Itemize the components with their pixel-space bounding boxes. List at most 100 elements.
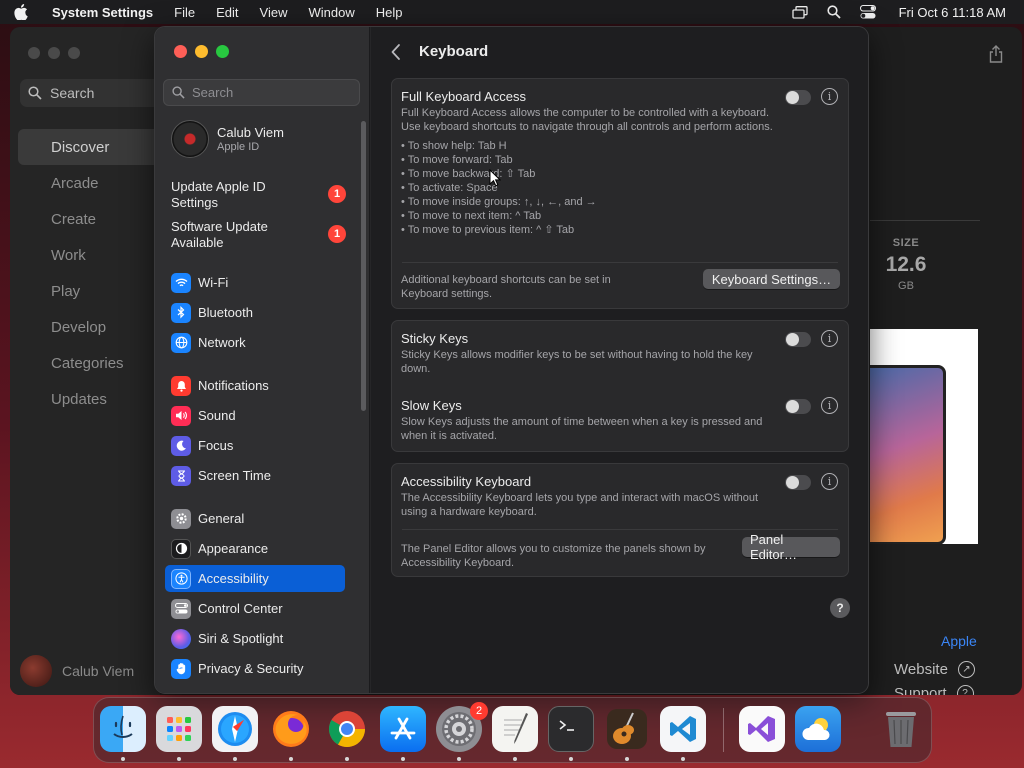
sidebar-item-label: Accessibility <box>198 571 269 586</box>
textedit-icon[interactable] <box>492 706 538 752</box>
weather-icon[interactable] <box>795 706 841 752</box>
full-keyboard-access-toggle[interactable] <box>785 90 811 105</box>
sidebar-item-focus[interactable]: Focus <box>165 432 345 459</box>
full-keyboard-access-card: Full Keyboard Access Full Keyboard Acces… <box>391 78 849 309</box>
keyboard-settings-button[interactable]: Keyboard Settings… <box>703 269 840 289</box>
sidebar-item-bluetooth[interactable]: Bluetooth <box>165 299 345 326</box>
help-button[interactable]: ? <box>830 598 850 618</box>
app-store-close-button[interactable] <box>28 47 40 59</box>
sidebar-item-siri-spotlight[interactable]: Siri & Spotlight <box>165 625 345 652</box>
profile-subtitle: Apple ID <box>217 141 260 153</box>
running-indicator <box>345 757 349 761</box>
shortcut-item: • To move backward: ⇧ Tab <box>401 168 536 180</box>
app-store-icon[interactable] <box>380 706 426 752</box>
menu-clock[interactable]: Fri Oct 6 11:18 AM <box>899 5 1006 20</box>
appearance-icon <box>171 538 191 559</box>
control-center-icon <box>171 598 191 619</box>
full-keyboard-access-title: Full Keyboard Access <box>401 89 527 104</box>
software-update-available-item[interactable]: Software Update Available 1 <box>171 219 346 251</box>
menu-file[interactable]: File <box>174 5 195 20</box>
sidebar-item-wifi[interactable]: Wi-Fi <box>165 269 345 296</box>
website-link[interactable]: Website ↗ <box>894 661 975 678</box>
app-store-divider <box>870 220 980 221</box>
panel-editor-button[interactable]: Panel Editor… <box>742 532 840 562</box>
slow-keys-toggle[interactable] <box>785 399 811 414</box>
bell-icon <box>171 375 191 396</box>
keyboard-settings-hint: Additional keyboard shortcuts can be set… <box>401 274 611 300</box>
apple-menu-icon[interactable] <box>14 0 36 24</box>
sidebar-item-screen-time[interactable]: Screen Time <box>165 462 345 489</box>
running-indicator <box>233 757 237 761</box>
shortcut-list: • To show help: Tab H • To move forward:… <box>401 139 776 237</box>
shortcut-item: • To move to next item: ^ Tab <box>401 210 542 222</box>
running-indicator <box>401 757 405 761</box>
settings-search-field[interactable]: Search <box>163 79 360 106</box>
sidebar-item-label: Screen Time <box>198 468 271 483</box>
compass-icon: ↗ <box>957 661 975 678</box>
share-icon[interactable] <box>988 45 1004 63</box>
menu-view[interactable]: View <box>260 5 288 20</box>
info-icon[interactable]: i <box>821 473 838 490</box>
minimize-button[interactable] <box>195 45 208 58</box>
accessibility-keyboard-toggle[interactable] <box>785 475 811 490</box>
sidebar-item-sound[interactable]: Sound <box>165 402 345 429</box>
app-store-minimize-button[interactable] <box>48 47 60 59</box>
info-icon[interactable]: i <box>821 397 838 414</box>
sidebar-item-control-center[interactable]: Control Center <box>165 595 345 622</box>
launchpad-icon[interactable] <box>156 706 202 752</box>
info-icon[interactable]: i <box>821 88 838 105</box>
app-store-zoom-button[interactable] <box>68 47 80 59</box>
globe-icon <box>171 332 191 353</box>
website-label: Website <box>894 661 948 678</box>
notification-badge: 2 <box>470 702 488 720</box>
menu-window[interactable]: Window <box>308 5 354 20</box>
app-store-account[interactable]: Calub Viem <box>20 655 134 687</box>
chrome-icon[interactable] <box>324 706 370 752</box>
close-button[interactable] <box>174 45 187 58</box>
running-indicator <box>513 757 517 761</box>
window-controls <box>174 45 229 58</box>
safari-icon[interactable] <box>212 706 258 752</box>
sidebar-item-appearance[interactable]: Appearance <box>165 535 345 562</box>
panel-editor-hint: The Panel Editor allows you to customize… <box>401 543 706 569</box>
vscode-icon[interactable] <box>660 706 706 752</box>
finder-icon[interactable] <box>100 706 146 752</box>
trash-icon[interactable] <box>878 706 924 752</box>
spotlight-search-icon[interactable] <box>825 4 843 20</box>
speaker-icon <box>171 405 191 426</box>
accessibility-keyboard-card: Accessibility Keyboard The Accessibility… <box>391 463 849 577</box>
visual-studio-icon[interactable] <box>739 706 785 752</box>
terminal-icon[interactable] <box>548 706 594 752</box>
update-apple-id-settings-item[interactable]: Update Apple ID Settings 1 <box>171 179 346 211</box>
running-indicator <box>121 757 125 761</box>
sticky-keys-toggle[interactable] <box>785 332 811 347</box>
zoom-button[interactable] <box>216 45 229 58</box>
sidebar-item-label: Sound <box>198 408 236 423</box>
slow-keys-description: Slow Keys adjusts the amount of time bet… <box>401 416 763 442</box>
menu-edit[interactable]: Edit <box>216 5 238 20</box>
apple-id-profile[interactable]: Calub Viem Apple ID <box>171 120 284 158</box>
sidebar-item-notifications[interactable]: Notifications <box>165 372 345 399</box>
developer-link[interactable]: Apple <box>941 633 977 649</box>
menu-app-name[interactable]: System Settings <box>52 5 153 20</box>
sidebar-scrollbar[interactable] <box>361 121 366 411</box>
support-link[interactable]: Support ? <box>894 685 974 695</box>
app-store-window-controls <box>28 47 80 59</box>
sidebar-item-privacy-security[interactable]: Privacy & Security <box>165 655 345 682</box>
info-icon[interactable]: i <box>821 330 838 347</box>
firefox-icon[interactable] <box>268 706 314 752</box>
sidebar-item-label: Network <box>198 335 246 350</box>
sidebar-item-accessibility[interactable]: Accessibility <box>165 565 345 592</box>
app-screenshot[interactable] <box>870 329 978 544</box>
shortcut-item: • To show help: Tab H <box>401 140 507 152</box>
screen-mirroring-icon[interactable] <box>791 4 809 20</box>
avatar <box>171 120 209 158</box>
back-chevron-icon[interactable] <box>389 43 403 61</box>
menu-help[interactable]: Help <box>376 5 403 20</box>
control-center-menu-icon[interactable] <box>859 4 877 20</box>
sidebar-item-network[interactable]: Network <box>165 329 345 356</box>
garageband-icon[interactable] <box>604 706 650 752</box>
mouse-cursor-icon <box>489 169 501 187</box>
sidebar-item-label: Notifications <box>198 378 269 393</box>
sidebar-item-general[interactable]: General <box>165 505 345 532</box>
